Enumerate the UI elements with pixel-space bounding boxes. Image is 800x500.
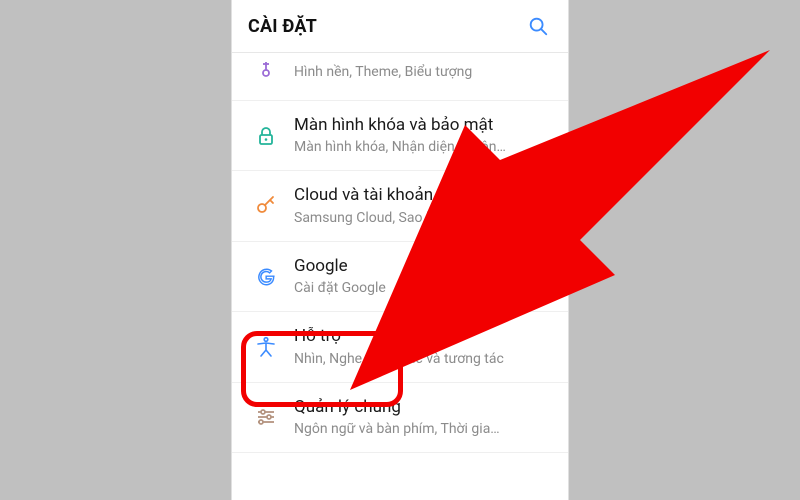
item-subtitle: Màn hình khóa, Nhận diện khuôn… (294, 138, 506, 156)
item-subtitle: Ngôn ngữ và bàn phím, Thời gia… (294, 420, 500, 438)
sliders-icon (246, 405, 286, 429)
item-label: Google (294, 256, 386, 277)
google-icon (246, 266, 286, 288)
stage: CÀI ĐẶT Hình nền, Theme, Biểu tượng (0, 0, 800, 500)
settings-item-general[interactable]: Quản lý chung Ngôn ngữ và bàn phím, Thời… (232, 383, 568, 453)
item-label: Quản lý chung (294, 397, 500, 418)
accessibility-icon (246, 335, 286, 359)
item-label: Màn hình khóa và bảo mật (294, 115, 506, 136)
settings-item-cloud[interactable]: Cloud và tài khoản Samsung Cloud, Sao lư… (232, 171, 568, 241)
settings-item-accessibility[interactable]: Hỗ trợ Nhìn, Nghe, Thao tác và tương tác (232, 312, 568, 382)
settings-list: Hình nền, Theme, Biểu tượng Màn hình khó… (232, 53, 568, 453)
item-label: Cloud và tài khoản (294, 185, 491, 206)
page-title: CÀI ĐẶT (248, 16, 317, 37)
item-label: Hỗ trợ (294, 326, 504, 347)
item-subtitle: Samsung Cloud, Sao lưu và kh… (294, 209, 491, 227)
header-bar: CÀI ĐẶT (232, 0, 568, 53)
settings-item-lockscreen[interactable]: Màn hình khóa và bảo mật Màn hình khóa, … (232, 101, 568, 171)
search-button[interactable] (524, 12, 552, 40)
settings-item-wallpaper[interactable]: Hình nền, Theme, Biểu tượng (232, 53, 568, 101)
key-icon (246, 194, 286, 218)
search-icon (527, 15, 549, 37)
item-subtitle: Hình nền, Theme, Biểu tượng (294, 63, 472, 81)
settings-item-google[interactable]: Google Cài đặt Google (232, 242, 568, 312)
settings-screen: CÀI ĐẶT Hình nền, Theme, Biểu tượng (232, 0, 568, 500)
brush-icon (246, 60, 286, 84)
lock-icon (246, 124, 286, 148)
item-subtitle: Nhìn, Nghe, Thao tác và tương tác (294, 350, 504, 368)
item-subtitle: Cài đặt Google (294, 279, 386, 297)
